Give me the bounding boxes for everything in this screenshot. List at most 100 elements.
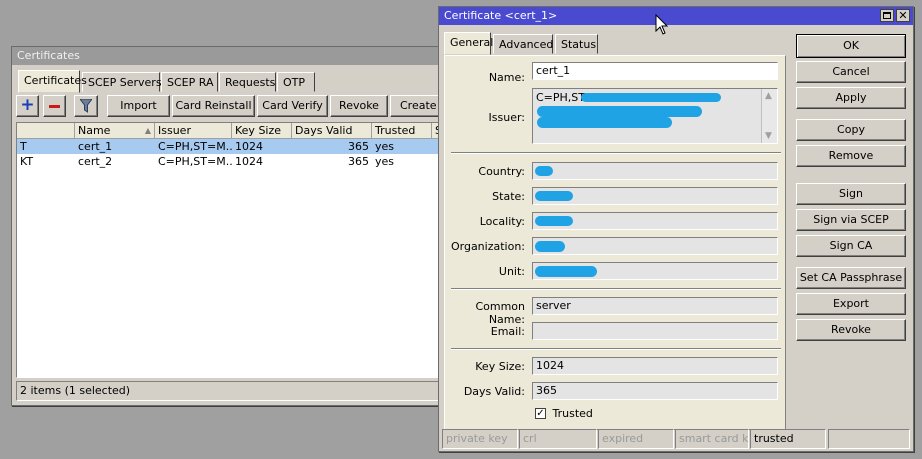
- redaction-mark: [581, 93, 721, 102]
- row-days-valid: 365: [348, 140, 369, 153]
- add-button[interactable]: +: [16, 95, 39, 117]
- tab-certificates[interactable]: Certificates: [18, 70, 87, 93]
- certificates-title-bar[interactable]: Certificates: [12, 47, 442, 65]
- tab-otp[interactable]: OTP: [277, 72, 315, 92]
- certificates-table: Name ▲ Issuer Key Size Days Valid Trusted…: [16, 122, 444, 378]
- row-issuer: C=PH,ST=M...: [158, 140, 232, 153]
- name-field[interactable]: cert_1: [532, 62, 778, 80]
- divider: [451, 288, 781, 290]
- unit-label: Unit:: [498, 265, 525, 278]
- certificates-status-bar: 2 items (1 selected): [16, 381, 444, 401]
- trusted-checkbox[interactable]: ✓ Trusted: [535, 406, 593, 422]
- state-field[interactable]: [532, 187, 778, 205]
- close-icon: ✕: [898, 9, 908, 22]
- column-trusted[interactable]: Trusted: [372, 123, 432, 139]
- scroll-down-icon[interactable]: ▼: [765, 129, 772, 143]
- status-smart-card-key: smart card key: [675, 429, 749, 449]
- row-name: cert_1: [78, 140, 113, 153]
- close-button[interactable]: ✕: [896, 9, 910, 22]
- revoke-cert-button[interactable]: Revoke: [796, 319, 906, 341]
- name-label: Name:: [488, 71, 525, 84]
- common-name-label: Common Name:: [475, 300, 525, 326]
- ok-button[interactable]: OK: [796, 34, 906, 58]
- tab-requests[interactable]: Requests: [219, 72, 276, 92]
- copy-button[interactable]: Copy: [796, 119, 906, 141]
- email-label: Email:: [490, 325, 525, 338]
- status-private-key: private key: [442, 429, 518, 449]
- issuer-scrollbar[interactable]: ▲ ▼: [761, 89, 777, 143]
- certificate-dialog: Certificate <cert_1> ✕ General Advanced …: [438, 6, 914, 452]
- key-size-field[interactable]: 1024: [532, 357, 778, 375]
- certificates-title: Certificates: [17, 49, 80, 62]
- remove-button[interactable]: [43, 95, 66, 117]
- sign-via-scep-button[interactable]: Sign via SCEP: [796, 209, 906, 231]
- tab-advanced[interactable]: Advanced: [493, 34, 553, 54]
- revoke-button[interactable]: Revoke: [330, 95, 388, 117]
- maximize-icon: [883, 12, 891, 19]
- dialog-title-bar[interactable]: Certificate <cert_1> ✕: [439, 7, 913, 25]
- redaction-mark: [535, 166, 553, 176]
- import-button[interactable]: Import: [107, 95, 170, 117]
- row-flags: KT: [20, 155, 34, 168]
- scroll-up-icon[interactable]: ▲: [765, 89, 772, 103]
- common-name-field[interactable]: server: [532, 297, 778, 315]
- state-label: State:: [492, 190, 525, 203]
- redaction-mark: [535, 241, 565, 252]
- row-key-size: 1024: [235, 140, 263, 153]
- create-button[interactable]: Create C: [390, 95, 444, 117]
- filter-button[interactable]: [74, 95, 98, 117]
- table-row[interactable]: T cert_1 C=PH,ST=M... 1024 365 yes: [17, 139, 443, 154]
- country-field[interactable]: [532, 162, 778, 180]
- general-panel: Name: cert_1 Issuer: C=PH,ST= ▲ ▼ Countr…: [444, 55, 786, 430]
- row-key-size: 1024: [235, 155, 263, 168]
- status-trusted: trusted: [750, 429, 826, 449]
- redaction-mark: [537, 117, 672, 128]
- checkbox-box[interactable]: ✓: [535, 407, 546, 419]
- issuer-field[interactable]: C=PH,ST= ▲ ▼: [532, 88, 778, 144]
- remove-button[interactable]: Remove: [796, 145, 906, 167]
- redaction-mark: [535, 216, 573, 226]
- column-issuer[interactable]: Issuer: [155, 123, 232, 139]
- sort-ascending-icon: ▲: [144, 126, 151, 135]
- days-valid-field[interactable]: 365: [532, 382, 778, 400]
- mouse-cursor-icon: [655, 14, 669, 35]
- cancel-button[interactable]: Cancel: [796, 61, 906, 83]
- column-name[interactable]: Name ▲: [75, 123, 155, 139]
- status-empty: [828, 429, 910, 449]
- tab-scep-servers[interactable]: SCEP Servers: [82, 72, 162, 92]
- column-flags[interactable]: [17, 123, 75, 139]
- dialog-button-column: OK Cancel Apply Copy Remove Sign Sign vi…: [796, 34, 908, 344]
- dialog-title: Certificate <cert_1>: [444, 9, 558, 22]
- email-field[interactable]: [532, 322, 778, 340]
- sign-button[interactable]: Sign: [796, 183, 906, 205]
- tab-scep-ra[interactable]: SCEP RA: [161, 72, 218, 92]
- dialog-status-bar: private key crl expired smart card key t…: [442, 429, 912, 451]
- tab-general[interactable]: General: [444, 32, 493, 55]
- column-key-size[interactable]: Key Size: [232, 123, 292, 139]
- days-valid-label: Days Valid:: [463, 385, 525, 398]
- set-ca-passphrase-button[interactable]: Set CA Passphrase: [796, 267, 906, 289]
- row-days-valid: 365: [348, 155, 369, 168]
- row-flags: T: [20, 140, 27, 153]
- column-days-valid[interactable]: Days Valid: [292, 123, 372, 139]
- minus-icon: [49, 104, 60, 108]
- sign-ca-button[interactable]: Sign CA: [796, 235, 906, 257]
- filter-icon: [79, 98, 93, 113]
- locality-field[interactable]: [532, 212, 778, 230]
- apply-button[interactable]: Apply: [796, 87, 906, 109]
- table-row[interactable]: KT cert_2 C=PH,ST=M... 1024 365 yes: [17, 154, 443, 169]
- redaction-mark: [535, 191, 573, 201]
- export-button[interactable]: Export: [796, 293, 906, 315]
- maximize-button[interactable]: [880, 9, 894, 22]
- certificates-toolbar: + Import Card Reinstall Card Verify Revo…: [16, 95, 444, 119]
- tab-status[interactable]: Status: [555, 34, 598, 54]
- unit-field[interactable]: [532, 262, 778, 280]
- row-trusted: yes: [375, 155, 395, 168]
- certificates-tab-strip: Certificates SCEP Servers SCEP RA Reques…: [18, 70, 438, 93]
- country-label: Country:: [478, 165, 525, 178]
- card-reinstall-button[interactable]: Card Reinstall: [172, 95, 255, 117]
- card-verify-button[interactable]: Card Verify: [257, 95, 328, 117]
- status-text: 2 items (1 selected): [20, 384, 131, 397]
- organization-field[interactable]: [532, 237, 778, 255]
- locality-label: Locality:: [479, 215, 525, 228]
